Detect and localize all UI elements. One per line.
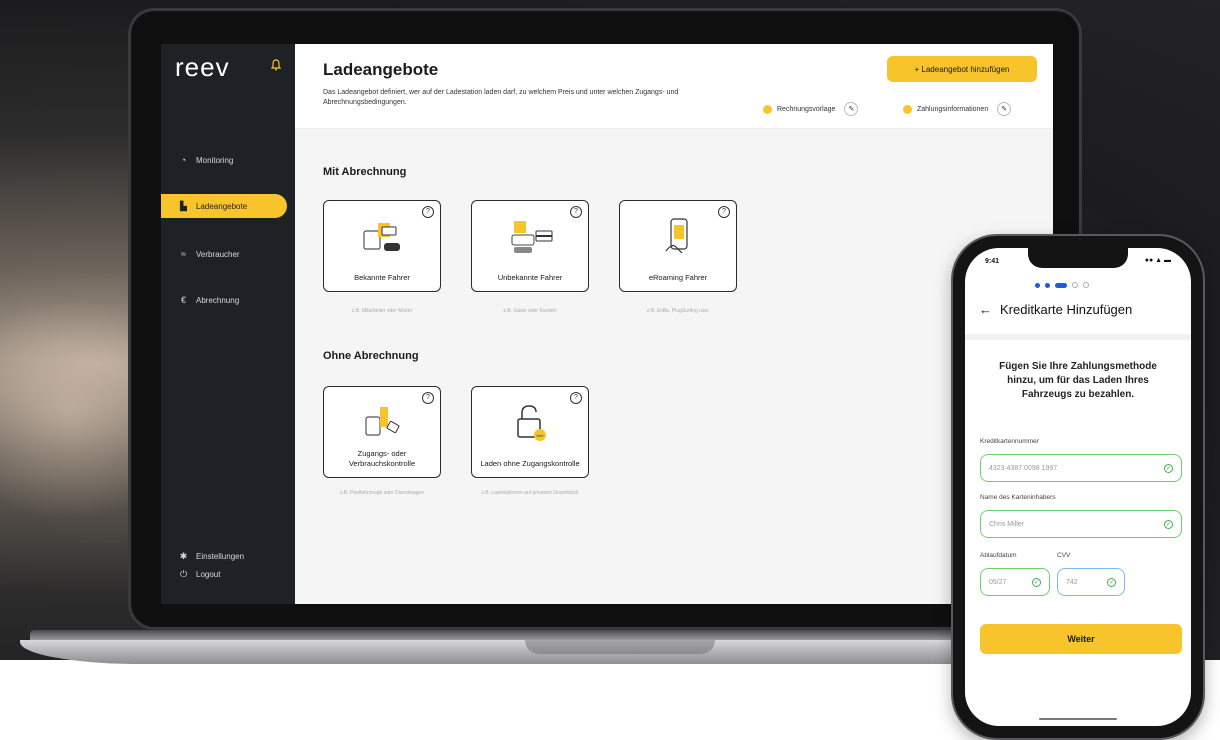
help-icon[interactable]: ? [570, 392, 582, 404]
check-icon: ✓ [1032, 577, 1041, 587]
sidebar: reev ◔ Monitoring ▙ Ladeangebote ≈ Verbr… [161, 44, 295, 604]
phone-lead-text: Fügen Sie Ihre Zahlungsmethode hinzu, um… [999, 361, 1157, 400]
app-logo[interactable]: reev [175, 52, 230, 83]
check-icon: ✓ [1164, 519, 1173, 529]
step-dot-empty-icon [1072, 282, 1078, 288]
card-label: Unbekannte Fahrer [497, 273, 563, 282]
sidebar-item-monitoring[interactable]: ◔ Monitoring [161, 148, 285, 172]
check-icon: ✓ [1164, 463, 1173, 473]
card-label: eRoaming Fahrer [648, 273, 708, 282]
sidebar-item-label: Abrechnung [196, 295, 240, 305]
step-dot-empty-icon [1083, 282, 1089, 288]
logout-icon: ⏻ [179, 568, 188, 579]
sidebar-item-abrechnung[interactable]: € Abrechnung [161, 288, 285, 312]
access-control-illustration-icon [365, 407, 400, 436]
card-hint: z.B. EnBe, PlugSurfing usw. [646, 308, 710, 314]
card-number-value: 4323 4387 0098 1997 [989, 464, 1058, 472]
status-dot-icon [903, 104, 912, 114]
card-number-field[interactable]: 4323 4387 0098 1997 ✓ [980, 454, 1182, 482]
step-dot-icon [1035, 282, 1040, 288]
card-label: Bekannte Fahrer [354, 273, 410, 282]
status-bar-icons: ●● ▲ ▬ [1144, 257, 1171, 264]
help-icon[interactable]: ? [422, 206, 434, 218]
sidebar-item-verbraucher[interactable]: ≈ Verbraucher [161, 242, 285, 266]
help-icon[interactable]: ? [718, 206, 730, 218]
expiry-label: Ablaufdatum [980, 552, 1017, 559]
offer-card-access-control[interactable]: ? Zugangs- oder Verbrauchskontrolle [323, 386, 441, 478]
status-label: Zahlungsinformationen [917, 105, 989, 113]
sidebar-item-label: Ladeangebote [196, 201, 248, 211]
cvv-label: CVV [1057, 552, 1071, 559]
sidebar-item-ladeangebote[interactable]: ▙ Ladeangebote [161, 194, 287, 218]
unknown-drivers-illustration-icon [511, 221, 553, 253]
invoice-template-status[interactable]: Rechnungsvorlage ✎ [763, 102, 859, 116]
card-holder-label: Name des Karteninhabers [980, 494, 1056, 501]
sidebar-item-label: Verbraucher [196, 249, 240, 259]
expiry-value: 05/27 [989, 578, 1007, 586]
card-label: Laden ohne Zugangskontrolle [480, 459, 580, 468]
offer-card-no-access-control[interactable]: ? free Laden ohne Zugangskontrolle [471, 386, 589, 478]
card-number-label: Kreditkartennummer [980, 438, 1039, 445]
eroaming-illustration-icon [665, 218, 688, 254]
offer-card-unknown-drivers[interactable]: ? Unbekannte Fahrer [471, 200, 589, 292]
laptop-screen: reev ◔ Monitoring ▙ Ladeangebote ≈ Verbr… [161, 44, 1053, 604]
phone-header: ← Kreditkarte Hinzufügen [979, 302, 1132, 317]
status-label: Rechnungsvorlage [777, 105, 836, 113]
section-title: Ohne Abrechnung [323, 350, 419, 362]
phone-divider [965, 334, 1191, 340]
step-dot-active-icon [1055, 282, 1067, 288]
page-description: Das Ladeangebot definiert, wer auf der L… [323, 89, 679, 106]
edit-icon[interactable]: ✎ [844, 102, 859, 116]
sidebar-item-label: Logout [196, 569, 221, 579]
consumer-icon: ≈ [181, 249, 186, 259]
check-icon: ✓ [1107, 577, 1116, 587]
bell-icon[interactable] [271, 59, 281, 71]
back-arrow-icon[interactable]: ← [979, 302, 992, 317]
euro-icon: € [180, 295, 186, 305]
phone-notch [1028, 248, 1128, 268]
offers-icon: ▙ [180, 200, 187, 211]
sidebar-item-label: Einstellungen [196, 551, 245, 561]
sidebar-item-einstellungen[interactable]: ✱ Einstellungen [161, 548, 285, 564]
step-indicator [1035, 282, 1089, 288]
known-drivers-illustration-icon [363, 223, 400, 251]
payment-info-status[interactable]: Zahlungsinformationen ✎ [903, 102, 1012, 116]
card-hint: z.B. Gäste oder Kunden [503, 308, 557, 314]
phone-screen: 9:41 ●● ▲ ▬ ← Kreditkarte Hinzufügen Füg… [965, 248, 1191, 726]
card-hint: z.B. Poolfahrzeuge oder Dienstwagen [340, 490, 424, 496]
settings-icon: ✱ [179, 550, 188, 561]
status-bar-time: 9:41 [985, 258, 1000, 265]
home-indicator [1039, 718, 1117, 720]
sidebar-item-logout[interactable]: ⏻ Logout [161, 566, 285, 582]
offer-card-known-drivers[interactable]: ? Bekannte Fahrer [323, 200, 441, 292]
page-title: Ladeangebote [323, 60, 439, 79]
card-hint: z.B. Ladestationen auf privatem Grundstü… [481, 490, 579, 496]
step-dot-icon [1045, 282, 1050, 288]
edit-icon[interactable]: ✎ [997, 102, 1012, 116]
card-hint: z.B. Mitarbeiter oder Mieter [351, 308, 413, 314]
svg-text:free: free [537, 433, 545, 438]
add-offer-button[interactable]: + Ladeangebot hinzufügen [887, 56, 1037, 82]
help-icon[interactable]: ? [570, 206, 582, 218]
continue-button[interactable]: Weiter [980, 624, 1182, 654]
monitoring-icon: ◔ [180, 155, 187, 165]
expiry-field[interactable]: 05/27 ✓ [980, 568, 1050, 596]
cvv-value: 742 [1066, 578, 1078, 586]
card-holder-field[interactable]: Chris Miller ✓ [980, 510, 1182, 538]
status-dot-icon [763, 104, 772, 114]
card-holder-value: Chris Miller [989, 520, 1024, 528]
phone-title: Kreditkarte Hinzufügen [1000, 302, 1133, 317]
card-label: Zugangs- oder Verbrauchskontrolle [348, 449, 416, 468]
section-title: Mit Abrechnung [323, 166, 407, 178]
offer-card-eroaming-drivers[interactable]: ? eRoaming Fahrer [619, 200, 737, 292]
cvv-field[interactable]: 742 ✓ [1057, 568, 1125, 596]
sidebar-item-label: Monitoring [196, 155, 234, 165]
help-icon[interactable]: ? [422, 392, 434, 404]
laptop-notch [525, 640, 715, 654]
unlocked-padlock-icon: free [517, 405, 546, 441]
page-header: Ladeangebote Das Ladeangebot definiert, … [295, 44, 1053, 129]
